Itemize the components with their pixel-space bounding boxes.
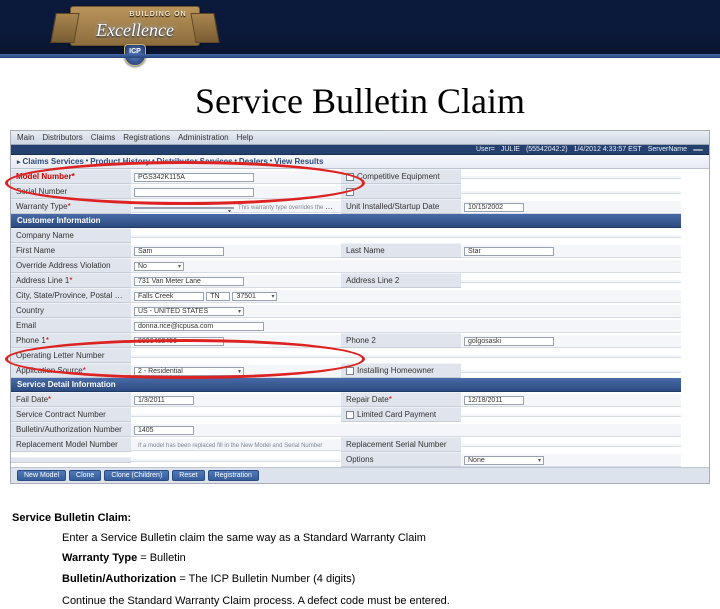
menu-help[interactable]: Help [237,133,253,142]
label-warranty-type: Warranty Type [11,199,131,214]
server-label: ServerName [648,146,687,153]
label-model: Model Number [11,169,131,184]
label-addr1: Address Line 1 [11,273,131,288]
label-last-name: Last Name [341,243,461,258]
bc-item[interactable]: Distributor Services [157,157,233,166]
input-serial[interactable] [134,188,254,197]
badge-shield-text: ICP [125,48,145,55]
input-city[interactable]: Falls Creek [134,292,204,301]
input-unit-date[interactable]: 10/15/2002 [464,203,524,212]
notes-heading: Service Bulletin Claim: [12,512,131,524]
label-phone1: Phone 1 [11,333,131,348]
menu-administration[interactable]: Administration [178,133,229,142]
label-country: Country [11,303,131,318]
badge-top-text: BUILDING ON [97,11,219,18]
section-customer-info: Customer Information [11,214,681,228]
select-override[interactable]: No [134,262,184,271]
label-unit-install: Unit Installed/Startup Date [341,199,461,214]
banner: BUILDING ON Excellence ICP [0,0,720,58]
select-options[interactable]: None [464,456,544,465]
label-install-homeowner: Installing Homeowner [341,363,461,378]
btn-registration[interactable]: Registration [208,470,259,481]
label-app-source: Application Source [11,363,131,378]
select-country[interactable]: US - UNITED STATES [134,307,244,316]
label-op-letter: Operating Letter Number [11,348,131,363]
label-serial: Serial Number [11,184,131,199]
hint-replace: If a model has been replaced fill in the… [138,443,322,449]
input-repair-date[interactable]: 12/18/2011 [464,396,524,405]
checkbox-competitive[interactable] [346,173,354,181]
label-bulletin-auth: Bulletin/Authorization Number [11,422,131,437]
input-last-name[interactable]: Star [464,247,554,256]
menu-registrations[interactable]: Registrations [123,133,170,142]
notes-line-2: Warranty Type = Bulletin [62,552,708,566]
label-company: Company Name [11,228,131,243]
excellence-badge: BUILDING ON Excellence ICP [50,6,220,76]
app-window: Main Distributors Claims Registrations A… [10,130,710,484]
input-bulletin-auth[interactable]: 1405 [134,426,194,435]
select-app-source[interactable]: 2 - Residential [134,367,244,376]
menu-main[interactable]: Main [17,133,34,142]
checkbox-unknown[interactable] [346,188,354,196]
label-csz: City, State/Province, Postal Code [11,288,131,303]
hint-wt: This warranty type overrides the model w… [238,205,341,211]
slide-title: Service Bulletin Claim [0,80,720,122]
bc-item[interactable]: Product History [90,157,150,166]
notes-line-1: Enter a Service Bulletin claim the same … [62,532,708,546]
userbar: User= JULIE (55542042:2) 1/4/2012 4:33:5… [11,145,709,155]
input-fail-date[interactable]: 1/3/2011 [134,396,194,405]
input-state[interactable]: TN [206,292,230,301]
input-phone1[interactable]: 8006468456 [134,337,224,346]
notes: Service Bulletin Claim: Enter a Service … [12,512,708,609]
section-service-detail: Service Detail Information [11,378,681,392]
label-replacement-model: Replacement Model Number [11,437,131,452]
user-sid: (55542042:2) [526,146,568,153]
buttonbar: New Model Clone Clone (Children) Reset R… [11,467,709,483]
input-phone2[interactable]: golgosaski [464,337,554,346]
input-addr1[interactable]: 731 Van Meter Lane [134,277,244,286]
input-first-name[interactable]: Sam [134,247,224,256]
input-model[interactable]: PGS342K115A [134,173,254,182]
label-phone2: Phone 2 [341,333,461,348]
label-service-contract: Service Contract Number [11,407,131,422]
label-first-name: First Name [11,243,131,258]
select-warranty-type[interactable] [134,207,234,209]
form-grid: Model Number PGS342K115A Competitive Equ… [11,169,709,467]
label-addr2: Address Line 2 [341,273,461,288]
checkbox-install-homeowner[interactable] [346,367,354,375]
bc-item[interactable]: View Results [274,157,323,166]
breadcrumb: ▸ Claims Services • Product History • Di… [11,155,709,169]
label-options: Options [341,452,461,467]
label-override: Override Address Violation [11,258,131,273]
label-limited-card: Limited Card Payment [341,407,461,422]
notes-line-3: Bulletin/Authorization = The ICP Bulleti… [62,573,708,587]
input-zip[interactable]: 37501 [232,292,277,301]
bc-item[interactable]: Claims Services [22,157,83,166]
btn-clone[interactable]: Clone [69,470,101,481]
badge-script: Excellence [60,20,210,41]
label-email: Email [11,318,131,333]
btn-reset[interactable]: Reset [172,470,204,481]
btn-new-model[interactable]: New Model [17,470,66,481]
label-cell-blank [341,184,461,199]
server-value [693,149,703,151]
label-repair-date: Repair Date [341,392,461,407]
label-competitive: Competitive Equipment [341,169,461,184]
menu-distributors[interactable]: Distributors [42,133,82,142]
label-replacement-serial: Replacement Serial Number [341,437,461,452]
bc-item[interactable]: Dealers [239,157,268,166]
label-fail-date: Fail Date [11,392,131,407]
menu-claims[interactable]: Claims [91,133,115,142]
menubar: Main Distributors Claims Registrations A… [11,131,709,145]
user-name: JULIE [501,146,520,153]
user-ts: 1/4/2012 4:33:57 EST [574,146,642,153]
notes-line-4: Continue the Standard Warranty Claim pro… [62,595,708,609]
checkbox-limited-card[interactable] [346,411,354,419]
input-email[interactable]: donna.rice@icpusa.com [134,322,264,331]
label-blank [11,457,131,463]
user-label: User= [476,146,495,153]
btn-clone-children[interactable]: Clone (Children) [104,470,169,481]
